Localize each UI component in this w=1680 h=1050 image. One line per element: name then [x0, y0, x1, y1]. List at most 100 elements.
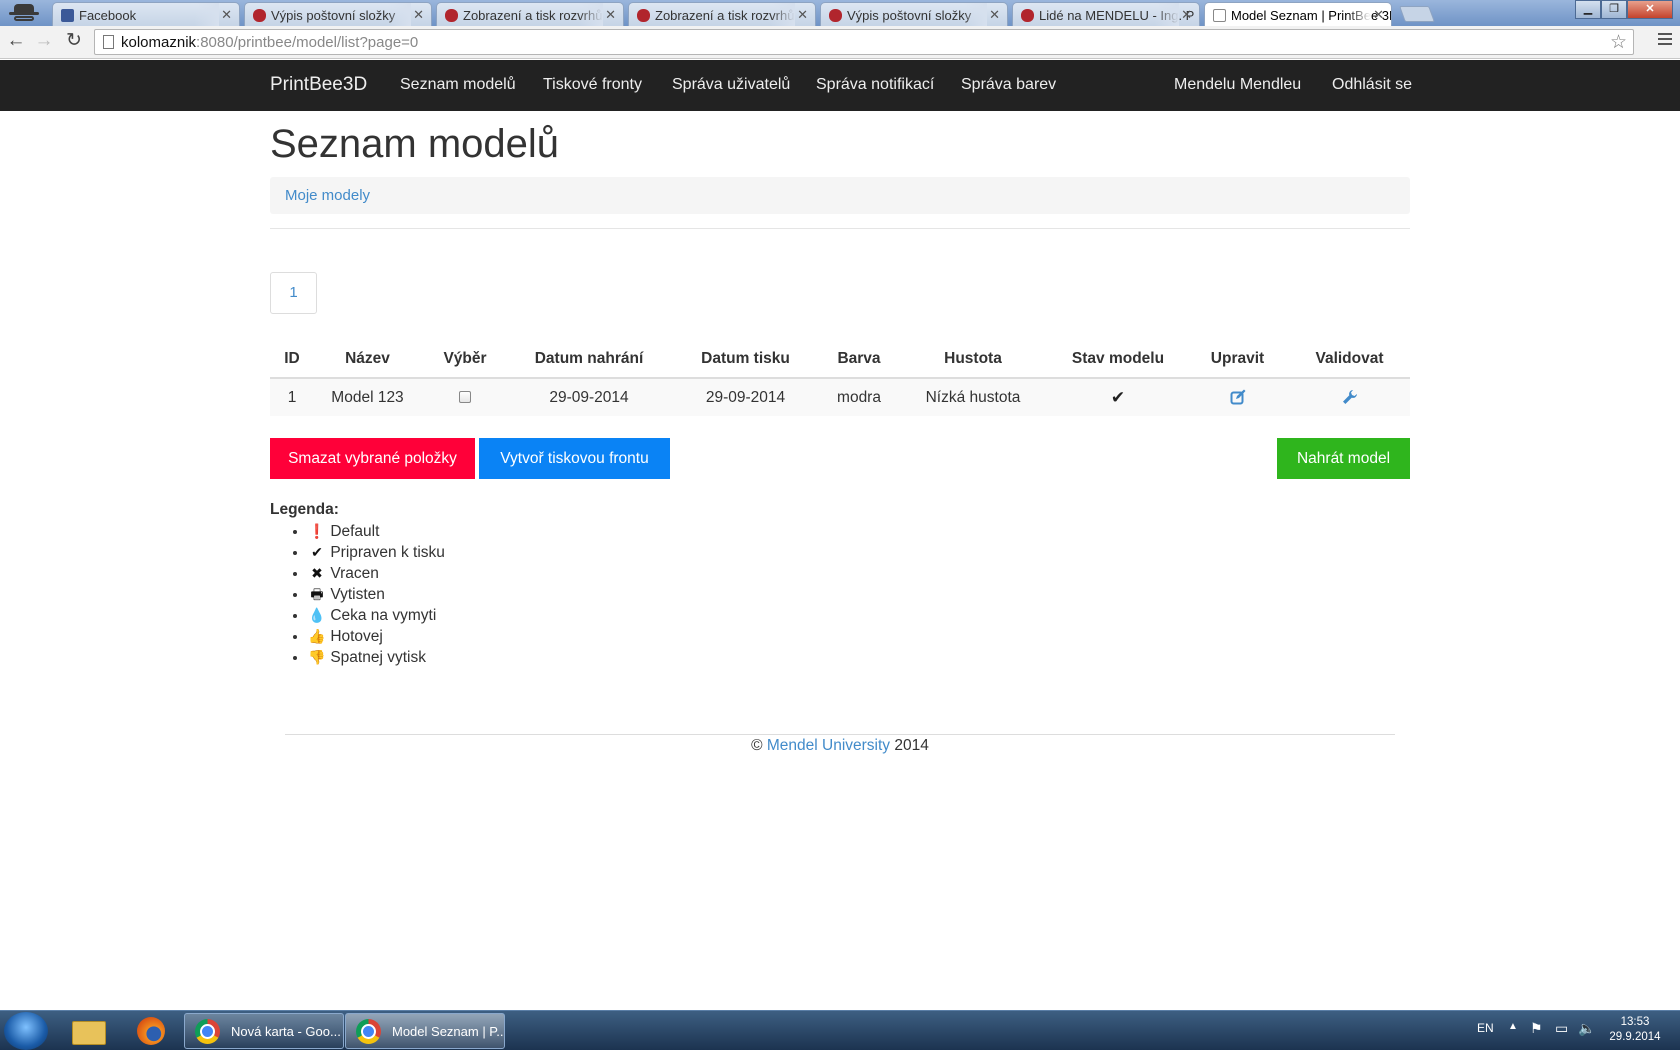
nav-sprava-uzivatelu[interactable]: Správa uživatelů: [672, 76, 790, 94]
new-tab-button[interactable]: [1399, 6, 1435, 22]
bookmark-star-icon[interactable]: ☆: [1610, 31, 1627, 54]
table-row: 1 Model 123 29-09-2014 29-09-2014 modra …: [270, 378, 1410, 416]
thumbs-down-icon: 👎: [308, 649, 326, 665]
tab-schedule-1[interactable]: Zobrazení a tisk rozvrhů ✕: [436, 2, 624, 26]
check-icon: ✔: [1110, 387, 1126, 407]
uis-icon: [637, 9, 650, 22]
page-icon: [103, 35, 114, 49]
reload-icon[interactable]: ↻: [62, 30, 86, 54]
close-icon[interactable]: ✕: [413, 7, 424, 23]
restore-button[interactable]: ❐: [1601, 0, 1627, 19]
footer-divider: [285, 734, 1395, 735]
cell-status: ✔: [1050, 378, 1186, 416]
nav-tiskove-fronty[interactable]: Tiskové fronty: [543, 76, 642, 94]
tab-title: Výpis poštovní složky: [271, 8, 396, 23]
footer: © Mendel University 2014: [0, 737, 1680, 755]
cell-printed: 29-09-2014: [669, 378, 822, 416]
x-icon: ✖: [311, 565, 323, 581]
uis-icon: [829, 9, 842, 22]
footer-year: 2014: [894, 737, 929, 754]
url-text[interactable]: kolomaznik:8080/printbee/model/list?page…: [121, 34, 418, 51]
delete-selected-button[interactable]: Smazat vybrané položky: [270, 438, 475, 479]
close-icon[interactable]: ✕: [1373, 7, 1384, 23]
cell-density: Nízká hustota: [896, 378, 1050, 416]
legend-item: ✖ Vracen: [308, 563, 445, 584]
tab-postal-folder[interactable]: Výpis poštovní složky ✕: [244, 2, 432, 26]
table-header-row: ID Název Výběr Datum nahrání Datum tisku…: [270, 340, 1410, 379]
check-icon: ✔: [311, 544, 323, 560]
cell-id: 1: [270, 378, 314, 416]
select-checkbox[interactable]: [459, 391, 471, 404]
legend-item: 💧 Ceka na vymyti: [308, 605, 445, 626]
divider: [270, 228, 1410, 229]
uis-icon: [1021, 9, 1034, 22]
uis-icon: [253, 9, 266, 22]
start-button[interactable]: [4, 1012, 48, 1050]
legend-title: Legenda:: [270, 501, 339, 518]
chrome-icon: [356, 1019, 381, 1044]
task-new-tab[interactable]: Nová karta - Goo...: [184, 1013, 344, 1049]
create-print-queue-button[interactable]: Vytvoř tiskovou frontu: [479, 438, 670, 479]
close-icon[interactable]: ✕: [989, 7, 1000, 23]
tab-title: Facebook: [79, 8, 137, 23]
clock[interactable]: 13:53 29.9.2014: [1600, 1015, 1670, 1045]
tab-postal-folder-2[interactable]: Výpis poštovní složky ✕: [820, 2, 1008, 26]
window-close-button[interactable]: ✕: [1627, 0, 1673, 19]
chrome-icon: [195, 1019, 220, 1044]
close-icon[interactable]: ✕: [1181, 7, 1192, 23]
nav-seznam-modelu[interactable]: Seznam modelů: [400, 76, 516, 94]
nav-sprava-barev[interactable]: Správa barev: [961, 76, 1056, 94]
firefox-icon[interactable]: [128, 1015, 172, 1047]
column-header: ID: [270, 340, 314, 379]
column-header: Název: [314, 340, 421, 379]
column-header: Stav modelu: [1050, 340, 1186, 379]
close-icon[interactable]: ✕: [221, 7, 232, 23]
forward-arrow-icon[interactable]: →: [32, 30, 56, 54]
cell-name: Model 123: [314, 378, 421, 416]
pagination-page-1[interactable]: 1: [270, 272, 317, 314]
brand-link[interactable]: PrintBee3D: [270, 74, 367, 96]
column-header: Datum nahrání: [509, 340, 669, 379]
cell-select: [421, 378, 509, 416]
show-hidden-icons-icon[interactable]: ▲: [1508, 1021, 1518, 1050]
flag-icon[interactable]: ⚑: [1530, 1020, 1543, 1050]
tab-model-seznam[interactable]: Model Seznam | PrintBee 3D ✕: [1204, 2, 1392, 27]
wrench-icon[interactable]: [1342, 389, 1358, 405]
incognito-icon: [6, 2, 42, 24]
volume-icon[interactable]: 🔈: [1578, 1020, 1595, 1050]
language-indicator[interactable]: EN: [1477, 1021, 1494, 1050]
menu-icon[interactable]: [1658, 33, 1672, 48]
close-icon[interactable]: ✕: [605, 7, 616, 23]
nav-sprava-notifikaci[interactable]: Správa notifikací: [816, 76, 934, 94]
uis-icon: [445, 9, 458, 22]
column-header: Hustota: [896, 340, 1050, 379]
page-icon: [1213, 9, 1226, 22]
address-bar[interactable]: kolomaznik:8080/printbee/model/list?page…: [94, 29, 1634, 55]
close-icon[interactable]: ✕: [797, 7, 808, 23]
nav-logout[interactable]: Odhlásit se: [1332, 76, 1412, 94]
breadcrumb: Moje modely: [270, 177, 1410, 214]
exclamation-icon: ❗: [308, 523, 326, 539]
breadcrumb-moje-modely[interactable]: Moje modely: [285, 187, 370, 204]
network-icon[interactable]: ▭: [1555, 1020, 1568, 1050]
browser-tab-strip: Facebook ✕ Výpis poštovní složky ✕ Zobra…: [0, 0, 1680, 27]
page-title: Seznam modelů: [270, 122, 560, 166]
legend-item: 👎 Spatnej vytisk: [308, 647, 445, 668]
task-model-seznam[interactable]: Model Seznam | P...: [345, 1013, 505, 1049]
column-header: Upravit: [1186, 340, 1289, 379]
edit-icon[interactable]: [1230, 389, 1246, 405]
tab-facebook[interactable]: Facebook ✕: [52, 2, 240, 26]
tab-schedule-2[interactable]: Zobrazení a tisk rozvrhů ✕: [628, 2, 816, 26]
cell-color: modra: [822, 378, 896, 416]
legend-item: ❗ Default: [308, 521, 445, 542]
folder-icon[interactable]: [66, 1015, 110, 1047]
minimize-button[interactable]: ▁: [1575, 0, 1601, 19]
cell-edit: [1186, 378, 1289, 416]
footer-link-mendel[interactable]: Mendel University: [767, 737, 890, 754]
column-header: Barva: [822, 340, 896, 379]
tab-people-mendelu[interactable]: Lidé na MENDELU - Ing. P ✕: [1012, 2, 1200, 26]
back-arrow-icon[interactable]: ←: [4, 30, 28, 54]
nav-user[interactable]: Mendelu Mendleu: [1174, 76, 1301, 94]
upload-model-button[interactable]: Nahrát model: [1277, 438, 1410, 479]
facebook-icon: [61, 9, 74, 22]
